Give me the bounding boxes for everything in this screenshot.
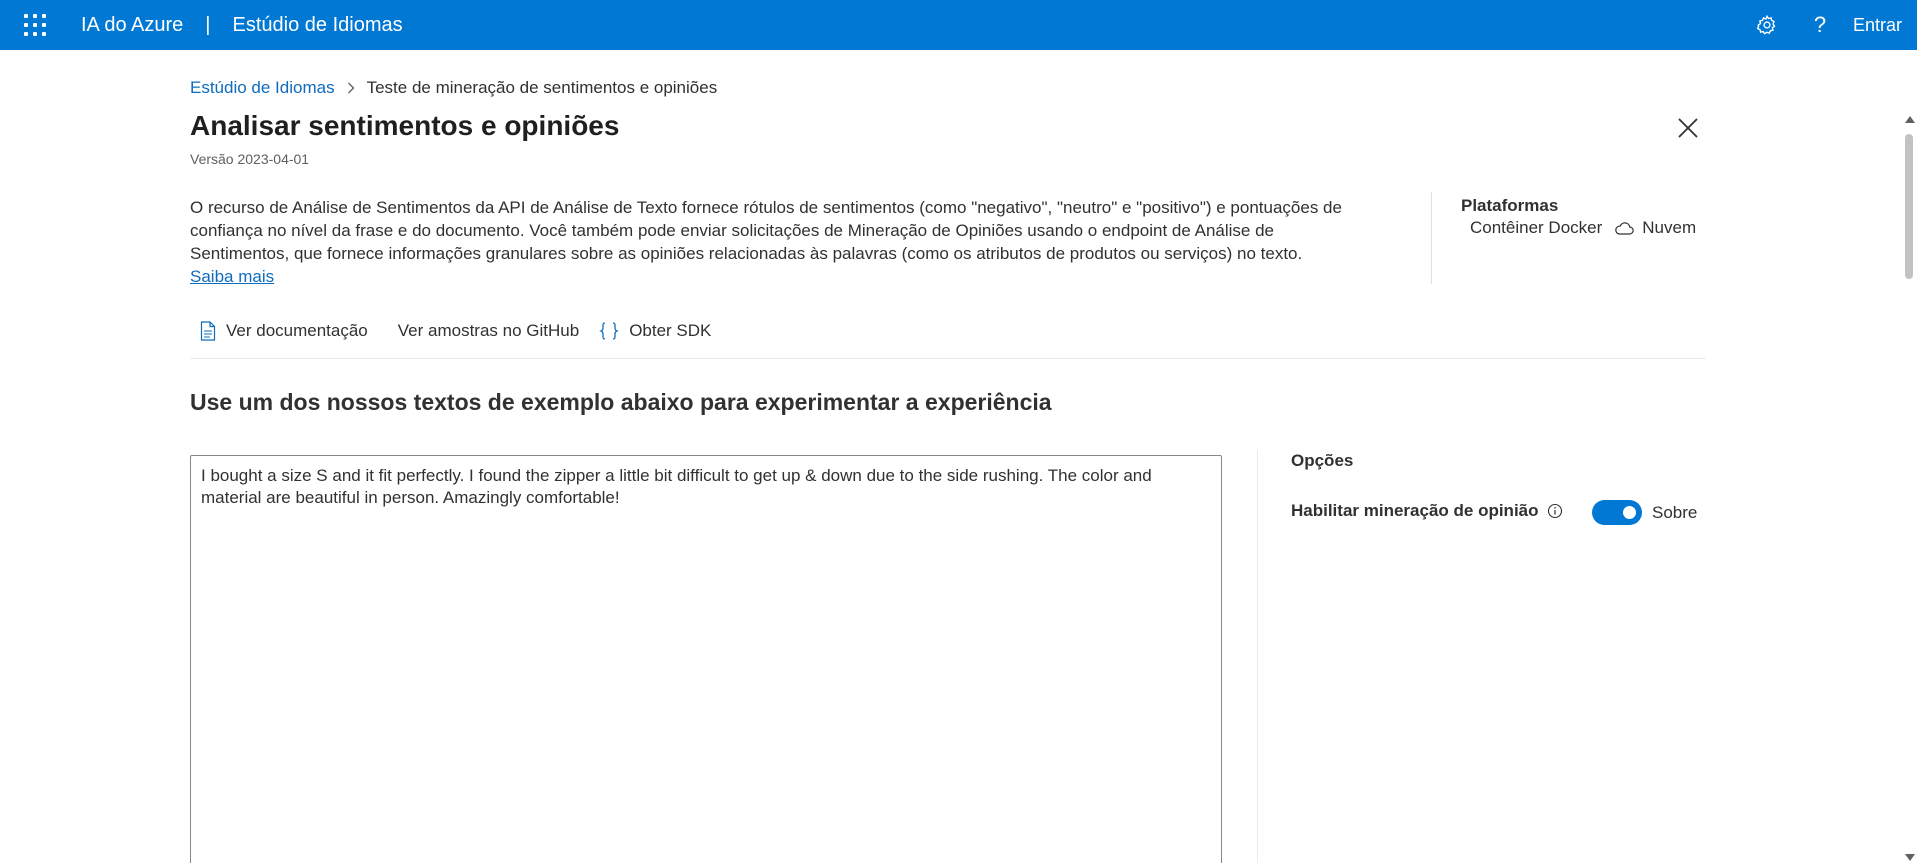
page-scrollbar[interactable] [1901, 112, 1917, 863]
close-icon[interactable] [1676, 116, 1700, 140]
scroll-down-arrow-icon[interactable] [1905, 854, 1915, 861]
opinion-mining-row: Habilitar mineração de opinião [1291, 501, 1563, 521]
breadcrumb-root-link[interactable]: Estúdio de Idiomas [190, 78, 335, 98]
document-icon [200, 321, 216, 341]
opinion-mining-toggle[interactable] [1592, 500, 1642, 525]
options-title: Opções [1291, 451, 1354, 470]
app-launcher-icon[interactable] [24, 14, 46, 36]
platform-cloud: Nuvem [1642, 218, 1697, 237]
scroll-thumb[interactable] [1905, 134, 1913, 279]
try-section-title: Use um dos nossos textos de exemplo abai… [190, 389, 1052, 415]
section-divider [190, 358, 1706, 359]
learn-more-link[interactable]: Saiba mais [190, 267, 274, 286]
breadcrumb: Estúdio de Idiomas Teste de mineração de… [190, 78, 717, 98]
github-samples-link[interactable]: Ver amostras no GitHub [398, 321, 579, 341]
sign-in-link[interactable]: Entrar [1853, 15, 1902, 36]
get-sdk-label: Obter SDK [629, 321, 712, 340]
help-icon[interactable]: ? [1808, 12, 1832, 37]
version-label: Versão 2023-04-01 [190, 151, 310, 167]
platforms-title: Plataformas [1461, 196, 1559, 215]
sample-text-input[interactable] [190, 455, 1222, 863]
breadcrumb-current: Teste de mineração de sentimentos e opin… [366, 78, 718, 97]
github-samples-label: Ver amostras no GitHub [397, 321, 580, 340]
resource-links: Ver documentação Ver amostras no GitHub … [190, 318, 711, 344]
toggle-state-label: Sobre [1652, 503, 1698, 522]
platform-docker: Contêiner Docker [1470, 218, 1603, 237]
code-braces-icon [599, 321, 619, 341]
view-docs-link[interactable]: Ver documentação [200, 321, 368, 341]
opinion-mining-label: Habilitar mineração de opinião [1291, 501, 1539, 520]
platforms-divider [1431, 192, 1432, 284]
toggle-knob [1623, 506, 1636, 519]
top-bar: IA do Azure | Estúdio de Idiomas ? Entrar [0, 0, 1917, 50]
chevron-right-icon [347, 82, 355, 94]
brand-separator: | [205, 14, 211, 36]
product-name[interactable]: Estúdio de Idiomas [233, 14, 403, 36]
scroll-up-arrow-icon[interactable] [1905, 116, 1915, 123]
get-sdk-link[interactable]: Obter SDK [599, 321, 711, 341]
view-docs-label: Ver documentação [226, 321, 368, 340]
description: O recurso de Análise de Sentimentos da A… [190, 196, 1365, 288]
page-title: Analisar sentimentos e opiniões [190, 110, 620, 141]
platforms-list: Contêiner Docker Nuvem [1470, 218, 1696, 238]
app-name[interactable]: IA do Azure [81, 14, 183, 36]
gear-icon[interactable] [1755, 13, 1779, 37]
brand: IA do Azure | Estúdio de Idiomas [81, 14, 403, 36]
info-icon[interactable] [1547, 503, 1563, 519]
options-divider [1257, 450, 1258, 863]
description-text: O recurso de Análise de Sentimentos da A… [190, 198, 1342, 263]
cloud-icon [1614, 221, 1635, 235]
